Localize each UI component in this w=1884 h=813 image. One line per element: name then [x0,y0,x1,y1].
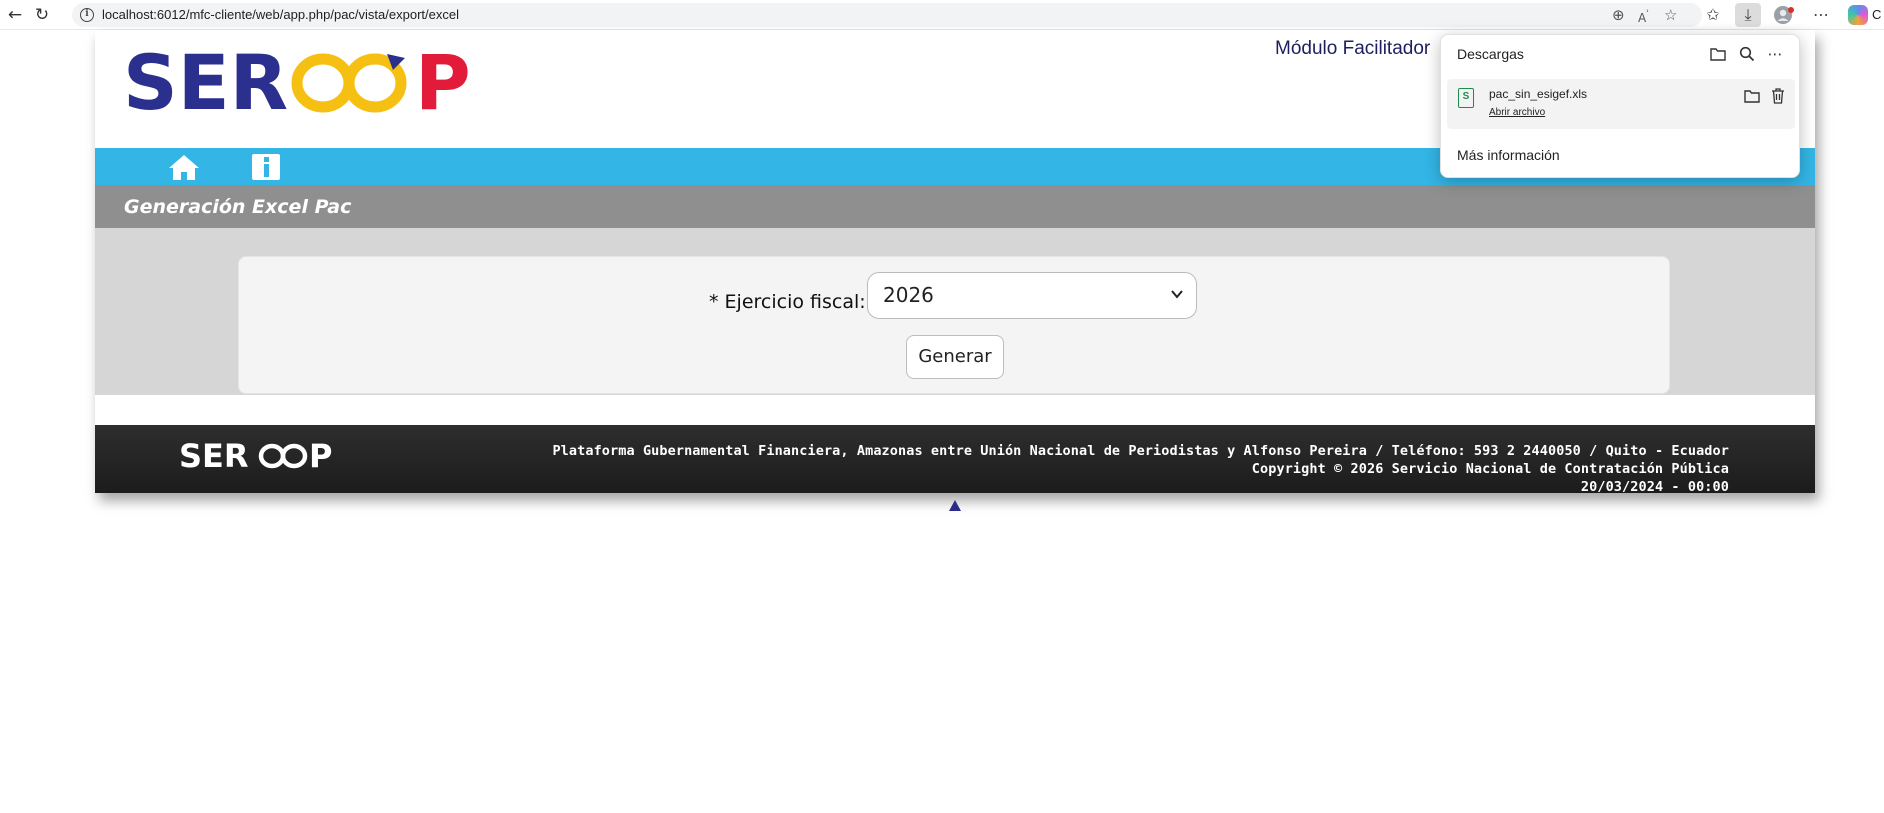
downloads-more-icon[interactable]: ⋯ [1764,43,1786,65]
more-menu-icon[interactable]: ⋯ [1808,3,1834,27]
chevron-down-icon [1171,290,1183,299]
open-downloads-folder-icon[interactable] [1707,43,1729,65]
info-icon[interactable] [249,152,283,182]
notification-badge [1788,7,1794,13]
fiscal-year-value: 2026 [883,283,934,307]
open-file-link[interactable]: Abrir archivo [1489,107,1545,118]
scroll-top-arrow-icon[interactable] [949,500,961,511]
sercop-logo: SER P [123,46,471,116]
download-file-name[interactable]: pac_sin_esigef.xls [1489,87,1587,101]
copilot-icon[interactable] [1848,5,1868,25]
generate-button[interactable]: Generar [906,335,1004,379]
svg-text:SER: SER [123,46,288,116]
footer-sercop-logo: SER P [179,439,332,471]
browser-toolbar: ← ↻ i localhost:6012/mfc-cliente/web/app… [0,0,1884,30]
downloads-title: Descargas [1457,46,1524,62]
search-downloads-icon[interactable] [1736,43,1758,65]
downloads-panel: Descargas ⋯ S pac_sin_esigef.xls Abrir a… [1440,34,1800,178]
download-item[interactable]: S pac_sin_esigef.xls Abrir archivo [1447,79,1795,129]
favorite-star-icon[interactable]: ☆ [1664,5,1677,25]
more-info-link[interactable]: Más información [1457,147,1560,163]
zoom-icon[interactable]: ⊕ [1612,5,1625,25]
section-title-bar: Generación Excel Pac [95,185,1815,228]
svg-text:P: P [415,46,471,116]
back-icon[interactable]: ← [4,4,26,26]
address-bar[interactable]: i localhost:6012/mfc-cliente/web/app.php… [72,3,1702,27]
page-title: Generación Excel Pac [124,196,352,218]
svg-text:P: P [309,439,332,471]
delete-icon[interactable] [1767,85,1789,107]
fiscal-year-select[interactable]: 2026 [867,272,1197,319]
content-area: * Ejercicio fiscal: 2026 Generar [95,228,1815,395]
page-footer: SER P Plataforma Gubernamental Financier… [95,425,1815,496]
footer-info: Plataforma Gubernamental Financiera, Ama… [552,442,1729,496]
reload-icon[interactable]: ↻ [31,4,53,26]
url-text[interactable]: localhost:6012/mfc-cliente/web/app.php/p… [102,7,459,22]
show-in-folder-icon[interactable] [1741,85,1763,107]
footer-date: 20/03/2024 - 00:00 [1580,479,1729,495]
footer-address: Plataforma Gubernamental Financiera, Ama… [552,443,1729,459]
copilot-label: C [1872,7,1882,22]
profile-avatar-icon[interactable] [1770,3,1796,27]
home-icon[interactable] [167,152,201,182]
footer-copyright: Copyright © 2026 Servicio Nacional de Co… [1251,461,1729,477]
excel-file-icon: S [1458,88,1474,108]
downloads-icon[interactable]: ⤓ [1735,3,1761,27]
form-card: * Ejercicio fiscal: 2026 Generar [238,256,1670,394]
module-title: Módulo Facilitador [1275,38,1431,59]
site-info-icon[interactable]: i [80,8,94,22]
favorites-icon[interactable]: ✩ [1700,3,1726,27]
read-aloud-icon[interactable]: Aʾ [1638,5,1649,28]
svg-text:SER: SER [179,439,249,471]
fiscal-year-label: * Ejercicio fiscal: [709,291,866,313]
